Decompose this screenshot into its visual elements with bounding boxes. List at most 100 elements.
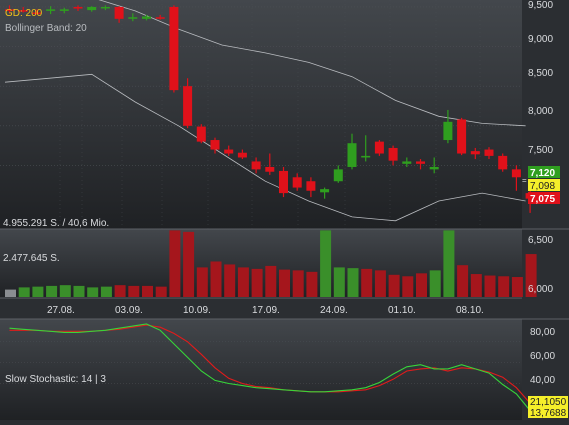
price-tag-high-text: 7,120: [530, 168, 555, 179]
price-tag-low: 7,075: [528, 192, 560, 205]
volume-bar: [429, 270, 441, 297]
volume-bar: [265, 265, 277, 297]
candle-body: [196, 126, 206, 142]
candle-body: [279, 170, 288, 194]
candle-body: [484, 149, 494, 156]
volume-bar: [457, 265, 469, 297]
volume-bar: [5, 289, 16, 297]
candle-body: [237, 152, 247, 158]
price-tag-current: 7,098: [528, 179, 560, 192]
volume-bar: [183, 231, 195, 297]
date-label: 03.09.: [115, 305, 143, 316]
volume-bar: [196, 267, 208, 297]
date-label: 24.09.: [320, 305, 348, 316]
volume-bar: [155, 286, 167, 297]
candle-body: [183, 86, 193, 126]
price-tick: 8,500: [528, 68, 553, 79]
volume-bar: [18, 287, 30, 297]
volume-bar: [128, 285, 140, 297]
volume-bar: [333, 267, 345, 297]
candle-body: [155, 17, 165, 19]
candle-body: [59, 9, 69, 11]
volume-bar: [306, 271, 318, 297]
candle-body: [73, 6, 83, 9]
volume-bar: [498, 276, 510, 297]
price-tag-low-text: 7,075: [530, 194, 555, 205]
candle-body: [361, 155, 371, 158]
volume-mid-label: 2.477.645 S.: [3, 253, 60, 264]
candle-body: [46, 9, 56, 11]
bollinger-label: Bollinger Band: 20: [5, 23, 87, 34]
stochastic-label: Slow Stochastic: 14 | 3: [5, 374, 106, 385]
candle-body: [470, 151, 480, 155]
volume-bar: [388, 274, 400, 297]
volume-bar: [320, 230, 332, 297]
volume-tick: 6,000: [528, 284, 553, 295]
volume-tick: 6,500: [528, 235, 553, 246]
volume-bar: [402, 276, 414, 297]
price-tick: 9,500: [528, 0, 553, 11]
volume-bar: [251, 268, 263, 297]
volume-bar: [59, 285, 71, 297]
candle-body: [128, 17, 138, 19]
candle-body: [374, 141, 384, 154]
candle-body: [443, 121, 453, 141]
price-panel: [0, 0, 522, 229]
volume-bar: [416, 273, 427, 297]
price-tick: 7,500: [528, 145, 553, 156]
volume-bar: [100, 286, 112, 297]
candle-body: [388, 147, 398, 161]
stoch-tick: 60,00: [530, 351, 555, 362]
price-tag-current-text: 7,098: [530, 181, 555, 192]
candle-body: [306, 181, 316, 191]
candle-body: [114, 6, 124, 19]
candle-body: [429, 166, 439, 170]
date-label: 27.08.: [47, 305, 75, 316]
stoch-tick: 80,00: [530, 327, 555, 338]
volume-bar: [46, 285, 58, 297]
stoch-tag-k: 13,7688: [528, 407, 568, 419]
candle-body: [402, 161, 412, 164]
svg-text:=: =: [522, 176, 527, 185]
candle-body: [347, 143, 357, 167]
candle-body: [333, 169, 343, 182]
date-label: 01.10.: [388, 305, 416, 316]
candle-body: [142, 16, 151, 19]
volume-bar: [142, 285, 153, 297]
volume-bar: [347, 268, 359, 297]
volume-max-label: 4.955.291 S. / 40,6 Mio.: [3, 218, 109, 229]
candle-body: [251, 161, 261, 170]
volume-bar: [210, 261, 222, 297]
date-label: 17.09.: [252, 305, 280, 316]
candle-body: [224, 149, 234, 154]
volume-bar: [279, 269, 290, 297]
volume-bar: [73, 285, 85, 297]
volume-bar: [292, 270, 304, 297]
candle-body: [100, 6, 110, 9]
candle-body: [416, 161, 425, 164]
volume-bar: [361, 268, 373, 297]
volume-bar: [511, 277, 523, 297]
volume-bar: [114, 285, 126, 297]
candle-body: [498, 155, 508, 170]
gd-label: GD: 200: [5, 8, 43, 19]
candle-body: [511, 169, 521, 178]
volume-bar: [87, 287, 99, 297]
volume-bar: [237, 267, 249, 297]
chart-stage: GD: 200 Bollinger Band: 20 4.955.291 S. …: [0, 0, 569, 420]
date-label: 10.09.: [183, 305, 211, 316]
volume-bar: [470, 274, 482, 297]
candle-body: [169, 6, 179, 91]
volume-bar: [169, 230, 181, 297]
stoch-tag-d: 21,1050: [528, 396, 568, 408]
stoch-tag-d-text: 21,1050: [530, 397, 567, 408]
volume-bar: [484, 275, 496, 297]
volume-bar: [443, 230, 455, 297]
candle-body: [292, 177, 302, 188]
price-tag-high: 7,120: [528, 166, 560, 179]
candle-body: [457, 119, 467, 154]
stoch-tick: 40,00: [530, 375, 555, 386]
candle-body: [87, 6, 97, 11]
price-tick: 8,000: [528, 106, 553, 117]
stoch-tag-k-text: 13,7688: [530, 408, 567, 419]
